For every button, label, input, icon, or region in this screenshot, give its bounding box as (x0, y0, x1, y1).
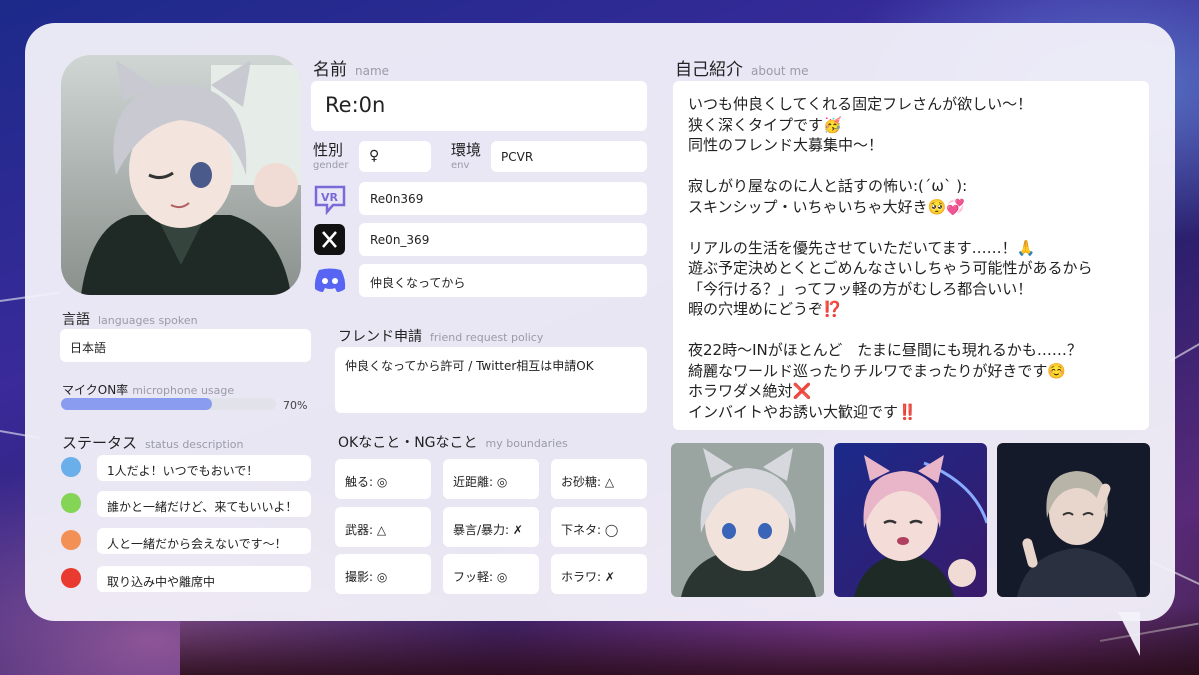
vrchat-icon: VR (313, 183, 347, 216)
about-box: いつも仲良くしてくれる固定フレさんが欲しい〜！ 狭く深くタイプです🥳 同性のフレ… (673, 81, 1149, 430)
boundary-spontaneous: フッ軽: ◎ (443, 554, 539, 594)
boundary-weapons: 武器: △ (335, 507, 431, 547)
languages-heading: 言語 languages spoken (62, 312, 198, 328)
name-value: Re:0n (325, 93, 386, 117)
status-heading: ステータス status description (62, 434, 244, 452)
about-line: 狭く深くタイプです🥳 (688, 115, 842, 134)
gender-box: ♀ (359, 141, 431, 172)
about-line: ホラワダメ絶対❌ (688, 382, 812, 400)
about-line: 暇の穴埋めにどうぞ⁉️ (688, 300, 842, 318)
x-icon (314, 224, 345, 255)
about-line: 寂しがり屋なのに人と話すの怖い:(ˊωˋ ): (688, 177, 968, 195)
about-text: いつも仲良くしてくれる固定フレさんが欲しい〜！ 狭く深くタイプです🥳 同性のフレ… (688, 94, 1093, 422)
boundaries-heading: OKなこと・NGなこと my boundaries (338, 435, 568, 451)
about-line: いつも仲良くしてくれる固定フレさんが欲しい〜！ (688, 95, 1033, 113)
mic-progress-fill (61, 398, 212, 410)
vrchat-id-box: Re0n369 (359, 182, 647, 215)
x-id-value: Re0n_369 (370, 233, 430, 247)
about-line (688, 217, 1093, 238)
status-dot-away (61, 568, 81, 588)
boundary-dirty-talk: 下ネタ: ◯ (551, 507, 647, 547)
boundary-proximity: 近距離: ◎ (443, 459, 539, 499)
about-line (688, 156, 1093, 177)
languages-value: 日本語 (70, 341, 107, 355)
boundary-photos: 撮影: ◎ (335, 554, 431, 594)
mic-heading: マイクON率 microphone usage (62, 383, 235, 397)
about-line: 綺麗なワールド巡ったりチルワでまったりが好きです☺️ (688, 361, 1067, 380)
discord-id-value: 仲良くなってから (370, 276, 466, 290)
status-dot-with-others (61, 493, 81, 513)
env-label: 環境 env (451, 141, 482, 172)
env-value: PCVR (501, 150, 534, 164)
photo-2 (834, 443, 987, 597)
about-line: 夜22時〜INがほとんど たまに昼間にも現れるかも……？ (688, 341, 1082, 359)
discord-id-box: 仲良くなってから (359, 264, 647, 297)
boundary-horror-worlds: ホラワ: ✗ (551, 554, 647, 594)
friend-request-box: 仲良くなってから許可 / Twitter相互は申請OK (335, 347, 647, 413)
boundary-abuse: 暴言/暴力: ✗ (443, 507, 539, 547)
about-line: 同性のフレンド大募集中〜！ (688, 136, 884, 154)
status-item-away: 取り込み中や離席中 (97, 566, 311, 592)
avatar (61, 55, 301, 295)
about-line: 遊ぶ予定決めとくとごめんなさいしちゃう可能性があるから (688, 259, 1093, 277)
about-line: リアルの生活を優先させていただいてます……！🙏 (688, 238, 1036, 257)
languages-box: 日本語 (60, 329, 311, 362)
gender-label: 性別 gender (313, 141, 349, 172)
status-item-available: 1人だよ！いつでもおいで！ (97, 455, 311, 481)
about-line: インバイトやお誘い大歓迎です‼️ (688, 402, 917, 421)
about-line (688, 320, 1093, 341)
friend-request-value: 仲良くなってから許可 / Twitter相互は申請OK (345, 359, 594, 373)
boundary-touch: 触る: ◎ (335, 459, 431, 499)
status-item-with-others: 誰かと一緒だけど、来てもいいよ！ (97, 491, 311, 517)
friend-request-heading: フレンド申請 friend request policy (338, 329, 544, 345)
status-dot-busy (61, 530, 81, 550)
about-line: スキンシップ・いちゃいちゃ大好き🥺💞 (688, 197, 965, 216)
mic-progress-track (61, 398, 276, 410)
photo-3 (997, 443, 1150, 597)
boundary-osatou: お砂糖: △ (551, 459, 647, 499)
gender-value: ♀ (369, 148, 380, 164)
svg-text:VR: VR (321, 191, 339, 204)
vrchat-id-value: Re0n369 (370, 192, 424, 206)
env-box: PCVR (491, 141, 647, 172)
status-item-busy: 人と一緒だから会えないです〜！ (97, 528, 311, 554)
photo-1 (671, 443, 824, 597)
status-dot-available (61, 457, 81, 477)
x-id-box: Re0n_369 (359, 223, 647, 256)
name-heading: 名前 name (313, 60, 390, 80)
speech-bubble-tail (1118, 612, 1140, 656)
about-heading: 自己紹介 about me (675, 60, 809, 80)
name-box: Re:0n (311, 81, 647, 131)
profile-card: 名前 name Re:0n 性別 gender ♀ 環境 env PCVR VR … (25, 23, 1175, 621)
about-line: 「今行ける？」ってフッ軽の方がむしろ都合いい！ (688, 279, 1033, 298)
discord-icon (313, 267, 347, 293)
mic-percent: 70% (283, 399, 308, 412)
